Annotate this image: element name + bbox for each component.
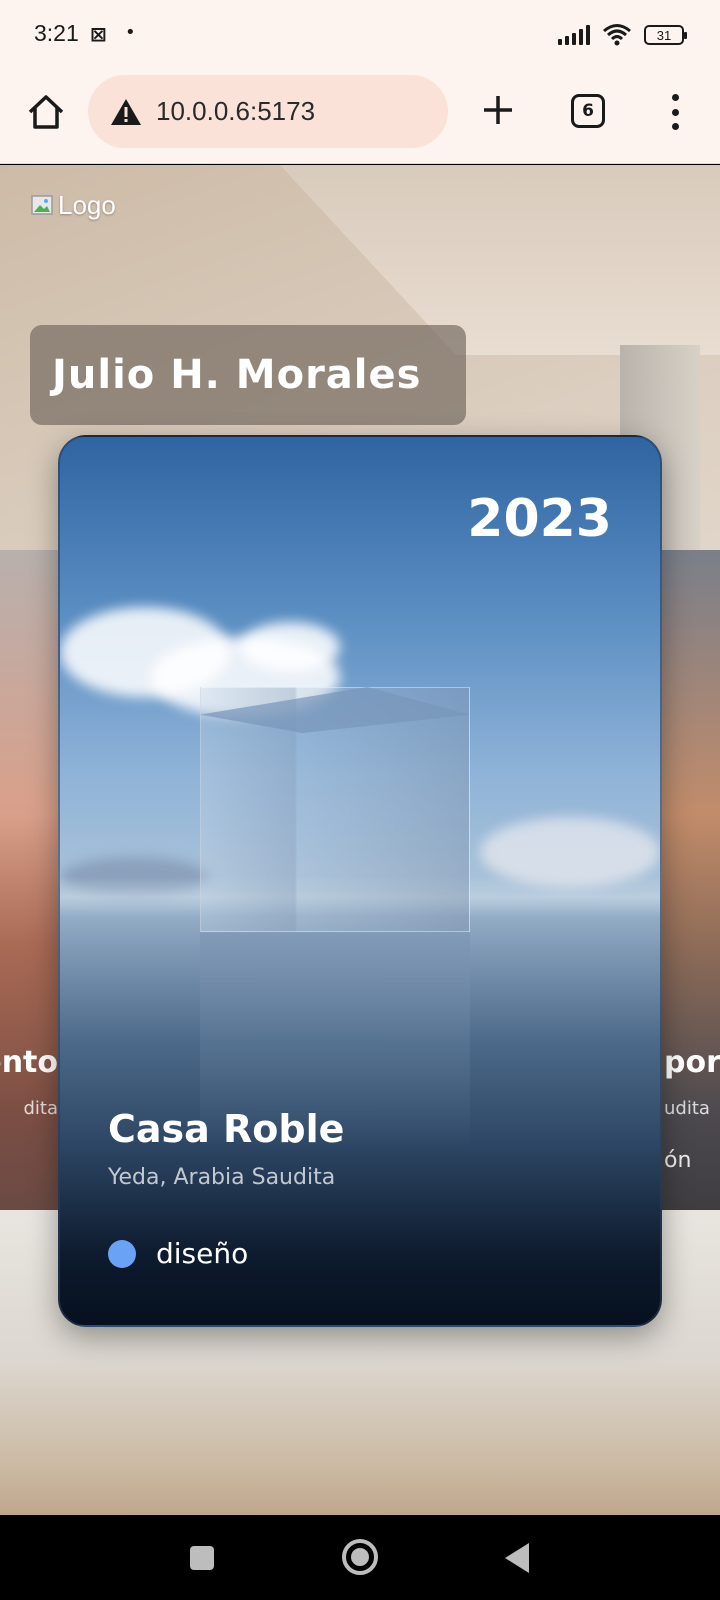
cloud-decoration (240, 622, 340, 672)
status-time: 3:21 (34, 20, 79, 46)
capcut-icon: ⊠ (90, 22, 107, 46)
warning-icon[interactable] (110, 97, 142, 127)
notification-dot-icon: • (125, 22, 136, 43)
system-navigation-bar (0, 1515, 720, 1600)
previous-card-title: ento (0, 1045, 58, 1080)
status-icons: 31 (558, 22, 687, 48)
carousel-card-next[interactable]: pora udita ón (660, 550, 720, 1210)
owner-name-badge: Julio H. Morales (30, 325, 466, 425)
next-card-location: udita (664, 1098, 710, 1119)
url-text[interactable]: 10.0.0.6:5173 (156, 96, 315, 127)
tab-switcher-button[interactable]: 6 (571, 94, 605, 128)
project-card[interactable]: 2023 Casa Roble Yeda, Arabia Saudita dis… (58, 435, 662, 1327)
browser-toolbar: 10.0.0.6:5173 6 (0, 70, 720, 164)
project-title: Casa Roble (108, 1107, 345, 1151)
project-year: 2023 (467, 489, 612, 549)
broken-image-icon (31, 194, 53, 215)
back-triangle-icon[interactable] (505, 1543, 529, 1573)
wifi-icon (603, 24, 631, 46)
logo-alt-text: Logo (58, 190, 116, 220)
battery-icon: 31 (644, 25, 687, 45)
new-tab-plus-icon[interactable] (476, 88, 520, 132)
category-label: diseño (156, 1237, 249, 1270)
address-bar[interactable]: 10.0.0.6:5173 (88, 75, 448, 148)
project-category-tag: diseño (108, 1237, 248, 1270)
status-bar: 3:21 ⊠ • 31 (0, 0, 720, 70)
signal-icon (558, 25, 590, 45)
next-card-title: pora (664, 1045, 720, 1080)
carousel-card-previous[interactable]: ento dita (0, 550, 60, 1210)
category-dot-icon (108, 1239, 136, 1268)
recent-apps-icon[interactable] (190, 1546, 214, 1570)
next-card-tag: ón (664, 1148, 692, 1173)
home-circle-icon[interactable] (342, 1539, 378, 1575)
owner-name: Julio H. Morales (52, 352, 422, 398)
page-viewport: Logo Julio H. Morales ento dita pora udi… (0, 165, 720, 1515)
previous-card-location: dita (23, 1098, 58, 1119)
home-icon[interactable] (24, 90, 68, 134)
project-location: Yeda, Arabia Saudita (108, 1165, 336, 1190)
more-menu-icon[interactable] (660, 92, 690, 132)
logo[interactable]: Logo (30, 190, 116, 221)
